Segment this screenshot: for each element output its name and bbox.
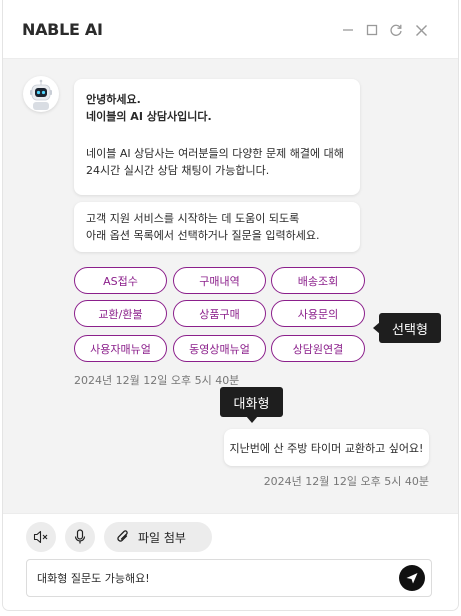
guide-text-line2: 아래 옵션 목록에서 선택하거나 질문을 입력하세요. (86, 229, 320, 242)
option-agent-connect-button[interactable]: 상담원연결 (271, 335, 365, 362)
intro-text: 네이블의 AI 상담사입니다. (86, 110, 212, 123)
app-title: NABLE AI (22, 20, 103, 39)
bot-timestamp: 2024년 12월 12일 오후 5시 40분 (74, 374, 240, 387)
body-text-line1: 네이블 AI 상담사는 여러분들의 다양한 문제 해결에 대해 (86, 147, 344, 160)
tooltip-chat-text: 대화형 (233, 396, 270, 412)
minimize-icon[interactable] (340, 22, 356, 38)
chat-area[interactable]: 안녕하세요. 네이블의 AI 상담사입니다. 네이블 AI 상담사는 여러분들의… (3, 59, 458, 514)
close-icon[interactable] (413, 22, 429, 38)
tooltip-chat: 대화형 (220, 387, 283, 423)
robot-icon (30, 79, 52, 110)
option-product-purchase-button[interactable]: 상품구매 (173, 300, 266, 327)
option-delivery-button[interactable]: 배송조회 (271, 267, 365, 294)
option-video-manual-button[interactable]: 동영상매뉴얼 (173, 335, 266, 362)
title-bar: NABLE AI (3, 0, 458, 59)
user-message-bubble: 지난번에 산 주방 타이머 교환하고 싶어요! (224, 429, 429, 466)
speaker-mute-icon (33, 530, 48, 544)
user-timestamp: 2024년 12월 12일 오후 5시 40분 (263, 475, 429, 488)
bot-avatar (23, 76, 59, 112)
greeting-text: 안녕하세요. (86, 93, 141, 106)
guide-text-line1: 고객 지원 서비스를 시작하는 데 도움이 되도록 (86, 212, 300, 225)
mute-button[interactable] (26, 522, 56, 552)
input-area: 파일 첨부 대화형 질문도 가능해요! (3, 513, 458, 610)
microphone-button[interactable] (65, 522, 95, 552)
tooltip-selection: 선택형 (373, 313, 441, 343)
paperclip-icon (116, 529, 130, 545)
send-button[interactable] (399, 565, 425, 591)
option-user-manual-button[interactable]: 사용자매뉴얼 (74, 335, 167, 362)
body-text-line2: 24시간 실시간 상담 채팅이 가능합니다. (86, 164, 270, 177)
user-message-text: 지난번에 산 주방 타이머 교환하고 싶어요! (229, 441, 424, 455)
tooltip-selection-text: 선택형 (392, 322, 428, 338)
message-input[interactable]: 대화형 질문도 가능해요! (26, 559, 432, 597)
chat-window: NABLE AI 안녕하세요. 네이블의 AI 상담사입니다. 네이블 AI 상… (3, 0, 458, 610)
microphone-icon (74, 529, 86, 544)
bot-message-bubble: 안녕하세요. 네이블의 AI 상담사입니다. 네이블 AI 상담사는 여러분들의… (74, 79, 360, 195)
send-icon (406, 573, 418, 584)
message-input-text[interactable]: 대화형 질문도 가능해요! (37, 560, 150, 596)
option-as-button[interactable]: AS접수 (74, 267, 167, 294)
option-usage-inquiry-button[interactable]: 사용문의 (271, 300, 365, 327)
attach-file-label: 파일 첨부 (138, 530, 186, 545)
option-exchange-refund-button[interactable]: 교환/환불 (74, 300, 167, 327)
option-purchase-history-button[interactable]: 구매내역 (173, 267, 266, 294)
bot-message-bubble-2: 고객 지원 서비스를 시작하는 데 도움이 되도록 아래 옵션 목록에서 선택하… (74, 202, 360, 252)
maximize-icon[interactable] (364, 22, 380, 38)
refresh-icon[interactable] (388, 22, 404, 38)
attach-file-button[interactable]: 파일 첨부 (104, 522, 212, 552)
